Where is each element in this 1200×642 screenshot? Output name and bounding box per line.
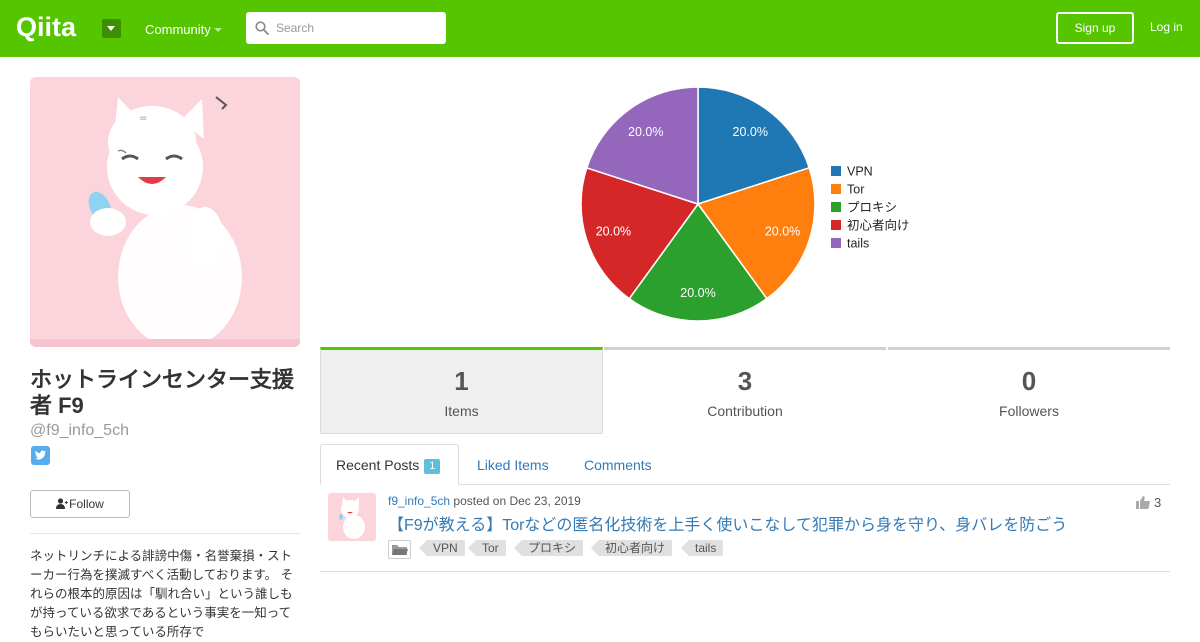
- global-header: Qiita Community Sign up Log in: [0, 0, 1200, 57]
- stat-label: Contribution: [707, 403, 783, 419]
- tag-vpn[interactable]: VPN: [419, 540, 465, 556]
- cat-character-icon: [328, 493, 376, 541]
- chevron-down-icon[interactable]: [214, 28, 222, 32]
- legend-label: tails: [847, 237, 869, 251]
- tab-comments[interactable]: Comments: [584, 457, 652, 473]
- tab-label: Recent Posts: [336, 457, 420, 473]
- signup-button[interactable]: Sign up: [1056, 12, 1134, 44]
- legend-swatch: [831, 238, 841, 248]
- divider: [320, 571, 1170, 572]
- legend-swatch: [831, 184, 841, 194]
- stat-label: Followers: [999, 403, 1059, 419]
- likes-count: 3: [1136, 495, 1161, 510]
- follow-button[interactable]: Follow: [30, 490, 130, 518]
- legend-label: プロキシ: [847, 201, 897, 215]
- folder-icon: [388, 540, 411, 559]
- legend-swatch: [831, 166, 841, 176]
- display-name: ホットラインセンター支援者 F9: [30, 367, 295, 418]
- tag-beginner[interactable]: 初心者向け: [590, 540, 673, 556]
- stat-contribution[interactable]: 3 Contribution: [604, 347, 886, 434]
- search-input[interactable]: [276, 12, 441, 44]
- pie-slice-label: 20.0%: [596, 224, 631, 238]
- tag-proxy[interactable]: プロキシ: [513, 540, 584, 556]
- search-icon: [255, 21, 269, 35]
- follow-label: Follow: [69, 497, 104, 511]
- stat-items[interactable]: 1 Items: [320, 347, 603, 434]
- qiita-logo[interactable]: Qiita: [16, 12, 92, 42]
- logo-text: Qiita: [16, 12, 77, 42]
- login-link[interactable]: Log in: [1150, 20, 1183, 34]
- legend-label: Tor: [847, 183, 864, 197]
- profile-avatar: =: [30, 77, 300, 347]
- pie-slice-label: 20.0%: [680, 286, 715, 300]
- tag-tails[interactable]: tails: [680, 540, 724, 556]
- recent-count-badge: 1: [424, 459, 441, 474]
- search-box[interactable]: [246, 12, 446, 44]
- pie-slice-label: 20.0%: [628, 125, 663, 139]
- legend-swatch: [831, 220, 841, 230]
- stat-value: 0: [1021, 366, 1037, 396]
- svg-text:=: =: [139, 113, 147, 124]
- tab-recent-posts[interactable]: Recent Posts 1: [320, 444, 459, 485]
- legend-swatch: [831, 202, 841, 212]
- stat-followers[interactable]: 0 Followers: [888, 347, 1170, 434]
- post-author-avatar[interactable]: [328, 493, 376, 541]
- legend-label: 初心者向け: [847, 218, 910, 233]
- legend-label: VPN: [847, 165, 873, 179]
- pie-slice-label: 20.0%: [765, 224, 800, 238]
- profile-bio: ネットリンチによる誹謗中傷・名誉棄損・ストーカー行為を撲滅すべく活動しております…: [30, 549, 294, 639]
- tag-pie-chart: 20.0% 20.0% 20.0% 20.0% 20.0% VPN Tor プロキシ初心者向け…: [580, 86, 910, 322]
- likes-value: 3: [1154, 495, 1162, 510]
- post-meta: f9_info_5ch posted on Dec 23, 2019: [388, 494, 581, 508]
- stat-value: 1: [454, 366, 469, 396]
- logo-dropdown-button[interactable]: [102, 19, 121, 38]
- add-user-icon: [56, 498, 68, 509]
- stat-label: Items: [444, 403, 479, 419]
- user-handle: @f9_info_5ch: [30, 422, 129, 439]
- divider: [30, 533, 300, 534]
- pie-slice-label: 20.0%: [733, 125, 768, 139]
- stat-value: 3: [737, 366, 753, 396]
- post-title-link[interactable]: 【F9が教える】Torなどの匿名化技術を上手く使いこなして犯罪から身を守り、身バ…: [388, 511, 1067, 535]
- twitter-icon[interactable]: [31, 446, 50, 465]
- post-author-link[interactable]: f9_info_5ch: [388, 494, 450, 508]
- community-menu[interactable]: Community: [145, 22, 211, 37]
- thumbs-up-icon: [1136, 496, 1150, 509]
- tab-liked-items[interactable]: Liked Items: [477, 457, 549, 473]
- tag-tor[interactable]: Tor: [468, 540, 506, 556]
- cat-character-icon: =: [30, 77, 300, 347]
- post-date: posted on Dec 23, 2019: [453, 494, 581, 508]
